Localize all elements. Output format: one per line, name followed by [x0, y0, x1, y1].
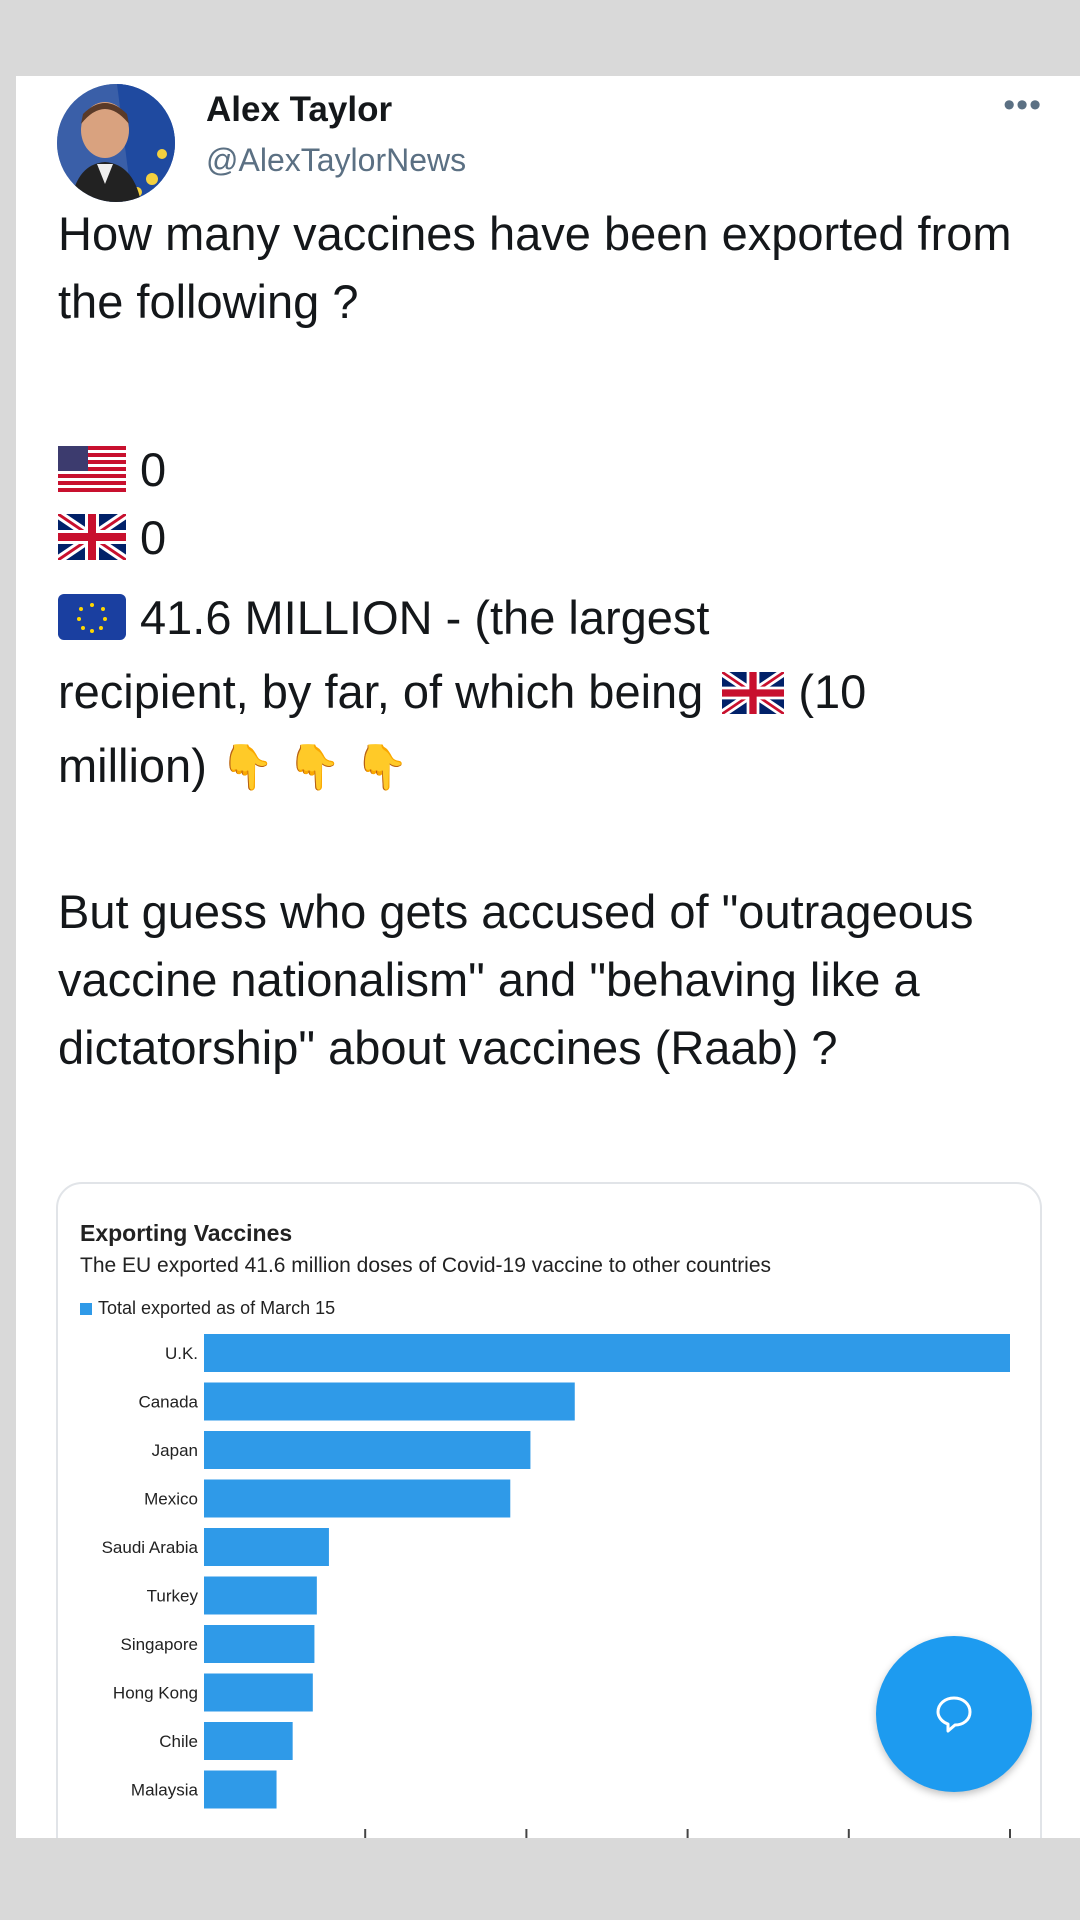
tweet-us-line: 0 — [58, 436, 1048, 510]
tweet-uk-line: 0 — [55, 504, 1048, 578]
category-label: Malaysia — [131, 1781, 199, 1800]
us-export-value: 0 — [140, 443, 167, 496]
bar-turkey — [204, 1576, 317, 1615]
bar-japan — [204, 1431, 531, 1469]
avatar[interactable] — [57, 84, 175, 202]
eu-line-text-1: 41.6 MILLION - (the largest — [140, 591, 710, 644]
chart-legend: Total exported as of March 15 — [80, 1298, 335, 1319]
legend-label: Total exported as of March 15 — [98, 1298, 336, 1318]
tweet-question: How many vaccines have been exported fro… — [58, 207, 1012, 328]
bar-singapore — [204, 1625, 315, 1663]
category-label: Mexico — [144, 1490, 198, 1509]
category-label: Japan — [152, 1441, 198, 1460]
more-options-icon[interactable]: ••• — [1003, 86, 1042, 125]
speech-bubble-icon — [936, 1696, 972, 1733]
category-label: Singapore — [120, 1635, 198, 1654]
chart-title: Exporting Vaccines — [80, 1220, 293, 1246]
pointing-down-emoji: 👇 👇 👇 — [219, 743, 409, 792]
category-label: Chile — [159, 1732, 198, 1751]
user-handle[interactable]: @AlexTaylorNews — [206, 142, 466, 179]
category-label: Saudi Arabia — [102, 1538, 199, 1557]
eu-line-text-2: recipient, by far, of which being — [58, 665, 704, 718]
bar-saudi-arabia — [204, 1528, 329, 1566]
bar-malaysia — [204, 1770, 277, 1809]
eu-line-text-4: million) — [58, 739, 207, 792]
legend-swatch — [80, 1302, 92, 1315]
uk-flag-icon — [720, 664, 787, 732]
tweet-card: Alex Taylor @AlexTaylorNews ••• How many… — [16, 76, 1080, 1838]
us-flag-icon — [58, 442, 126, 510]
chart-subtitle: The EU exported 41.6 million doses of Co… — [80, 1254, 772, 1277]
bar-mexico — [204, 1479, 511, 1518]
bar-chile — [204, 1722, 293, 1760]
category-label: Hong Kong — [113, 1684, 198, 1703]
bar-canada — [204, 1382, 575, 1421]
eu-line-text-3: (10 — [798, 665, 867, 718]
uk-export-value: 0 — [140, 511, 167, 564]
category-label: Canada — [138, 1393, 198, 1412]
category-label: U.K. — [165, 1344, 198, 1363]
bar-u-k- — [204, 1334, 1010, 1372]
category-label: Turkey — [147, 1587, 199, 1606]
reply-fab[interactable] — [876, 1636, 1032, 1792]
uk-flag-icon — [55, 510, 129, 578]
tweet-closing: But guess who gets accused of "outrageou… — [58, 885, 974, 1074]
user-name[interactable]: Alex Taylor — [206, 90, 392, 130]
avatar-image — [57, 84, 175, 202]
bar-hong-kong — [204, 1673, 313, 1712]
eu-flag-icon — [58, 590, 126, 658]
tweet-eu-paragraph: 41.6 MILLION - (the largest recipient, b… — [58, 584, 1048, 802]
